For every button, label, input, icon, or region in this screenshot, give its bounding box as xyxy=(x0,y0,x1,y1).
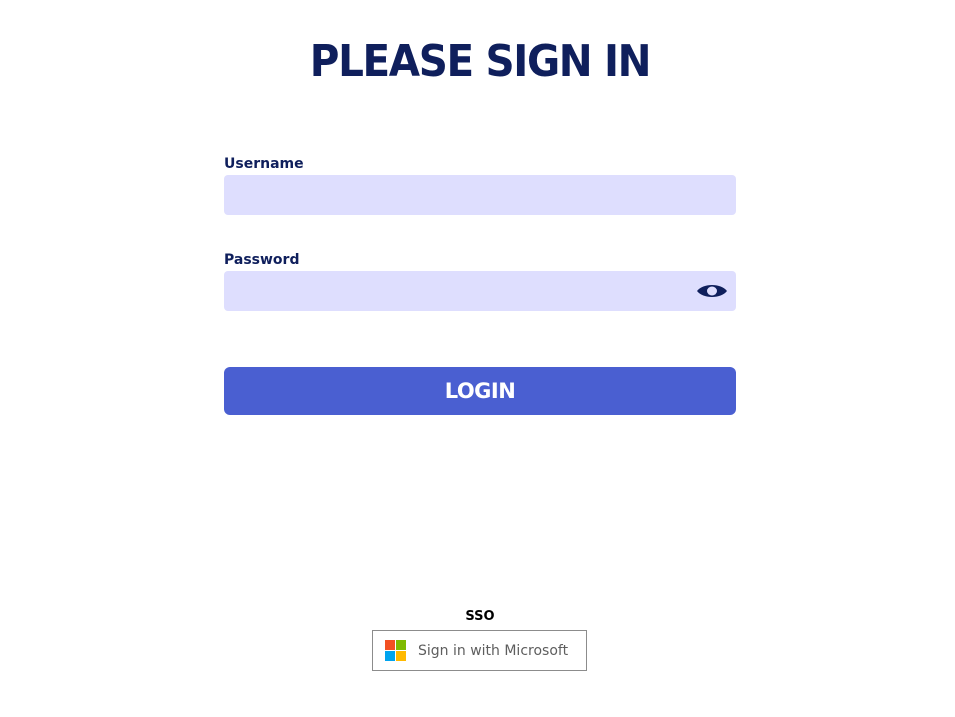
microsoft-logo-yellow-square xyxy=(396,651,406,661)
eye-icon[interactable] xyxy=(696,282,728,300)
password-field-container xyxy=(224,271,736,311)
microsoft-logo-red-square xyxy=(385,640,395,650)
login-button[interactable]: LOGIN xyxy=(224,367,736,415)
username-label: Username xyxy=(224,156,304,172)
username-group: Username xyxy=(224,154,736,215)
password-group: Password xyxy=(224,250,736,311)
microsoft-logo-green-square xyxy=(396,640,406,650)
login-form: Username Password LOGIN xyxy=(224,154,736,415)
sign-in-with-microsoft-button[interactable]: Sign in with Microsoft xyxy=(372,630,587,671)
microsoft-logo-blue-square xyxy=(385,651,395,661)
microsoft-button-label: Sign in with Microsoft xyxy=(418,642,569,659)
username-input[interactable] xyxy=(224,175,736,215)
sign-in-page: PLEASE SIGN IN Username Password LOGIN S… xyxy=(0,0,955,717)
page-title: PLEASE SIGN IN xyxy=(309,36,652,87)
password-label: Password xyxy=(224,252,300,268)
username-field-container xyxy=(224,175,736,215)
microsoft-logo-icon xyxy=(385,640,406,661)
password-input[interactable] xyxy=(224,271,736,311)
sso-label: SSO xyxy=(465,609,495,624)
